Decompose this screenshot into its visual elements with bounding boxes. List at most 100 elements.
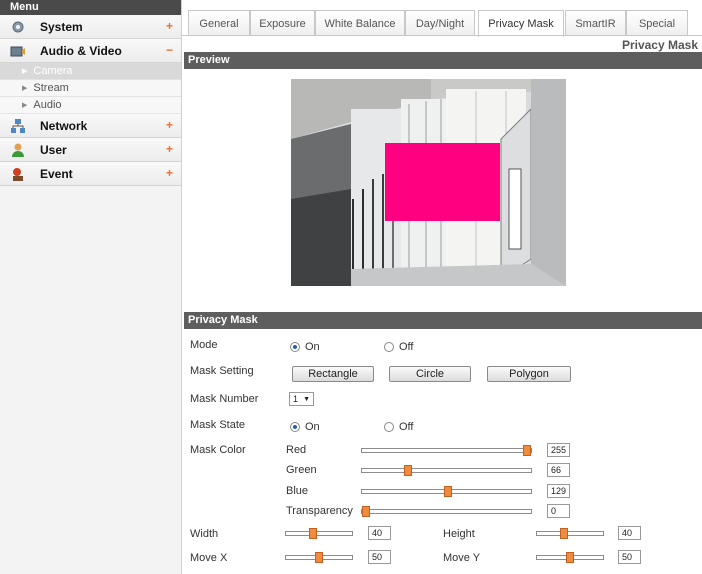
mode-label: Mode (190, 339, 218, 351)
menu-category-network[interactable]: Network + (0, 114, 181, 138)
radio-selected-icon (290, 342, 300, 352)
radio-label: Off (399, 421, 414, 433)
height-slider[interactable] (536, 528, 604, 539)
menu-category-user[interactable]: User + (0, 138, 181, 162)
preview-section-header: Preview (184, 52, 702, 69)
radio-label: On (305, 341, 320, 353)
slider-handle[interactable] (309, 528, 317, 539)
radio-unselected-icon (384, 342, 394, 352)
menu-header: Menu (0, 0, 181, 15)
mask-number-label: Mask Number (190, 393, 259, 405)
tab-smartir[interactable]: SmartIR (565, 10, 626, 36)
menu-category-label: Audio & Video (40, 43, 122, 58)
mask-color-label: Mask Color (190, 444, 246, 456)
red-slider[interactable] (361, 445, 532, 456)
user-icon (10, 142, 26, 158)
red-label: Red (286, 444, 307, 456)
polygon-button[interactable]: Polygon (487, 366, 571, 382)
slider-handle[interactable] (566, 552, 574, 563)
tab-day-night[interactable]: Day/Night (405, 10, 475, 36)
camera-icon (10, 43, 26, 59)
event-icon (10, 166, 26, 182)
slider-handle[interactable] (560, 528, 568, 539)
menu-category-label: User (40, 142, 67, 157)
slider-handle[interactable] (523, 445, 531, 456)
circle-button[interactable]: Circle (389, 366, 471, 382)
menu-category-audio-video[interactable]: Audio & Video − (0, 39, 181, 63)
expand-icon[interactable]: + (166, 142, 173, 156)
move-x-value[interactable]: 50 (368, 550, 391, 564)
move-y-slider[interactable] (536, 552, 604, 563)
mask-setting-label: Mask Setting (190, 365, 254, 377)
menu-sub-item-stream[interactable]: ▶ Stream (0, 80, 181, 97)
camera-preview[interactable] (291, 79, 566, 286)
radio-label: Off (399, 341, 414, 353)
green-slider[interactable] (361, 465, 532, 476)
sidebar-menu: Menu System + Audio & Video − ▶ Camera ▶… (0, 0, 182, 574)
transparency-value[interactable]: 0 (547, 504, 570, 518)
height-label: Height (443, 528, 475, 540)
tab-underline (182, 35, 702, 36)
slider-handle[interactable] (444, 486, 452, 497)
green-label: Green (286, 464, 317, 476)
mode-on-radio[interactable]: On (290, 341, 320, 353)
menu-category-label: System (40, 19, 83, 34)
menu-sub-item-label: Audio (33, 99, 62, 111)
width-value[interactable]: 40 (368, 526, 391, 540)
slider-handle[interactable] (315, 552, 323, 563)
mask-number-select[interactable]: 1 ▼ (289, 392, 314, 406)
radio-selected-icon (290, 422, 300, 432)
expand-icon[interactable]: + (166, 166, 173, 180)
triangle-right-icon: ▶ (22, 102, 28, 109)
menu-sub-item-label: Stream (33, 82, 69, 94)
expand-icon[interactable]: + (166, 19, 173, 33)
move-x-label: Move X (190, 552, 228, 564)
rectangle-button[interactable]: Rectangle (292, 366, 374, 382)
tab-bar: General Exposure White Balance Day/Night… (182, 0, 702, 37)
collapse-icon[interactable]: − (166, 43, 173, 57)
select-value: 1 (293, 394, 299, 404)
tab-exposure[interactable]: Exposure (250, 10, 315, 36)
menu-category-event[interactable]: Event + (0, 162, 181, 186)
blue-value[interactable]: 129 (547, 484, 570, 498)
mask-state-off-radio[interactable]: Off (384, 421, 413, 433)
menu-category-label: Event (40, 166, 73, 181)
transparency-label: Transparency (286, 505, 353, 517)
menu-sub-item-audio[interactable]: ▶ Audio (0, 97, 181, 114)
page-title: Privacy Mask (621, 38, 698, 52)
radio-unselected-icon (384, 422, 394, 432)
gear-icon (10, 19, 26, 35)
chevron-down-icon: ▼ (303, 396, 310, 403)
radio-label: On (305, 421, 320, 433)
move-y-label: Move Y (443, 552, 481, 564)
width-label: Width (190, 528, 219, 540)
privacy-mask-section-header: Privacy Mask (184, 312, 702, 329)
blue-slider[interactable] (361, 486, 532, 497)
expand-icon[interactable]: + (166, 118, 173, 132)
move-x-slider[interactable] (285, 552, 353, 563)
network-icon (10, 118, 26, 134)
red-value[interactable]: 255 (547, 443, 570, 457)
tab-white-balance[interactable]: White Balance (315, 10, 405, 36)
green-value[interactable]: 66 (547, 463, 570, 477)
mask-state-on-radio[interactable]: On (290, 421, 320, 433)
menu-sub-item-label: Camera (33, 65, 73, 77)
transparency-slider[interactable] (361, 506, 532, 517)
tab-special[interactable]: Special (626, 10, 688, 36)
menu-category-system[interactable]: System + (0, 15, 181, 39)
tab-general[interactable]: General (188, 10, 250, 36)
privacy-mask-rectangle[interactable] (385, 143, 500, 221)
mask-state-label: Mask State (190, 419, 246, 431)
triangle-right-icon: ▶ (22, 68, 28, 75)
slider-handle[interactable] (362, 506, 370, 517)
menu-sub-item-camera[interactable]: ▶ Camera (0, 63, 181, 80)
mode-off-radio[interactable]: Off (384, 341, 413, 353)
tab-privacy-mask[interactable]: Privacy Mask (478, 10, 564, 37)
width-slider[interactable] (285, 528, 353, 539)
menu-category-label: Network (40, 118, 88, 133)
height-value[interactable]: 40 (618, 526, 641, 540)
triangle-right-icon: ▶ (22, 85, 28, 92)
blue-label: Blue (286, 485, 309, 497)
slider-handle[interactable] (404, 465, 412, 476)
move-y-value[interactable]: 50 (618, 550, 641, 564)
